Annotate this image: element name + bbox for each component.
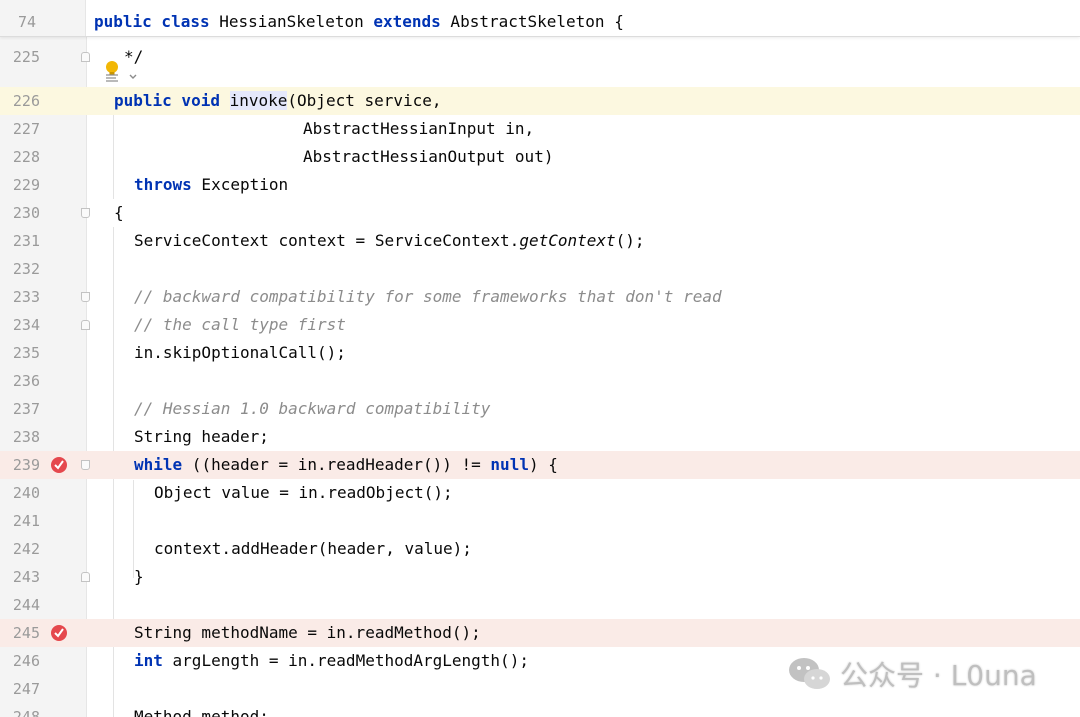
line-number: 247 <box>12 680 40 698</box>
line-number: 226 <box>12 92 40 110</box>
code-line[interactable]: 248 Method method; <box>0 703 1080 717</box>
code-text: String header; <box>134 427 269 446</box>
code-text: Object value = in.readObject(); <box>154 483 453 502</box>
code-text: in.skipOptionalCall(); <box>134 343 346 362</box>
code-line[interactable]: 244 <box>0 591 1080 619</box>
keyword: while <box>134 455 183 474</box>
code-line[interactable]: 236 <box>0 367 1080 395</box>
code-line-breakpoint[interactable]: 245 String methodName = in.readMethod(); <box>0 619 1080 647</box>
fold-end-icon[interactable] <box>81 572 90 582</box>
comment: // backward compatibility for some frame… <box>134 287 722 306</box>
keyword: throws <box>134 175 192 194</box>
code-line[interactable]: 228 AbstractHessianOutput out) <box>0 143 1080 171</box>
code-line[interactable]: 234 // the call type first <box>0 311 1080 339</box>
line-number: 229 <box>12 176 40 194</box>
code-text: AbstractHessianOutput out) <box>303 147 554 166</box>
code-text: ServiceContext context = ServiceContext.… <box>134 227 645 255</box>
code-text: ) { <box>528 455 558 474</box>
code-line-current[interactable]: 226 public void invoke(Object service, <box>0 87 1080 115</box>
code-text: } <box>134 567 144 586</box>
code-editor[interactable]: 74 public class HessianSkeleton extends … <box>0 0 1080 717</box>
fold-end-icon[interactable] <box>81 52 90 62</box>
code-text: (); <box>615 231 645 250</box>
line-number: 246 <box>12 652 40 670</box>
line-number: 74 <box>0 0 86 36</box>
sticky-class-header[interactable]: 74 public class HessianSkeleton extends … <box>0 0 1080 37</box>
keyword: int <box>134 651 163 670</box>
line-number: 238 <box>12 428 40 446</box>
code-line-breakpoint[interactable]: 239 while ((header = in.readHeader()) !=… <box>0 451 1080 479</box>
code-text: argLength = in.readMethodArgLength(); <box>162 651 529 670</box>
line-number: 225 <box>12 48 40 66</box>
fold-end-icon[interactable] <box>81 320 90 330</box>
line-number: 244 <box>12 596 40 614</box>
keyword: public void <box>114 91 220 110</box>
code-line[interactable]: 227 AbstractHessianInput in, <box>0 115 1080 143</box>
watermark: 公众号 · L0una <box>786 654 1037 694</box>
class-name: HessianSkeleton <box>209 12 374 31</box>
line-number: 227 <box>12 120 40 138</box>
code-line[interactable]: 231 ServiceContext context = ServiceCont… <box>0 227 1080 255</box>
code-text: ServiceContext context = ServiceContext. <box>134 231 520 250</box>
code-text: AbstractHessianInput in, <box>303 119 535 138</box>
code-line[interactable]: 235 in.skipOptionalCall(); <box>0 339 1080 367</box>
code-line[interactable]: 242 context.addHeader(header, value); <box>0 535 1080 563</box>
intention-bulb-icon[interactable] <box>104 58 140 86</box>
watermark-text: 公众号 · L0una <box>840 659 1037 692</box>
code-line[interactable]: 229 throws Exception <box>0 171 1080 199</box>
line-number: 233 <box>12 288 40 306</box>
line-number: 231 <box>12 232 40 250</box>
static-method-call: getContext <box>519 231 616 250</box>
line-number: 232 <box>12 260 40 278</box>
keyword: extends <box>373 12 441 31</box>
code-line[interactable]: 237 // Hessian 1.0 backward compatibilit… <box>0 395 1080 423</box>
fold-toggle-icon[interactable] <box>81 460 90 470</box>
class-declaration: public class HessianSkeleton extends Abs… <box>94 0 624 36</box>
comment: // Hessian 1.0 backward compatibility <box>134 399 491 418</box>
params: (Object service, <box>287 91 442 110</box>
fold-toggle-icon[interactable] <box>81 208 90 218</box>
keyword: null <box>490 455 529 474</box>
code-text: String methodName = in.readMethod(); <box>134 623 481 642</box>
code-line[interactable]: 233 // backward compatibility for some f… <box>0 283 1080 311</box>
code-text: throws Exception <box>134 171 288 199</box>
wechat-icon <box>789 658 830 689</box>
line-number: 245 <box>12 624 40 642</box>
line-number: 235 <box>12 344 40 362</box>
breakpoint-icon[interactable] <box>50 456 68 474</box>
code-text: while ((header = in.readHeader()) != nul… <box>134 451 558 479</box>
code-text: Method method; <box>134 707 269 717</box>
keyword: public class <box>94 12 210 31</box>
line-number: 230 <box>12 204 40 222</box>
line-number: 237 <box>12 400 40 418</box>
method-name-highlight: invoke <box>229 91 288 110</box>
line-number: 236 <box>12 372 40 390</box>
code-text: int argLength = in.readMethodArgLength()… <box>134 647 529 675</box>
line-number: 243 <box>12 568 40 586</box>
code-line[interactable]: 238 String header; <box>0 423 1080 451</box>
code-text: { <box>114 203 124 222</box>
method-signature: public void invoke(Object service, <box>114 87 442 115</box>
line-number: 241 <box>12 512 40 530</box>
line-number: 240 <box>12 484 40 502</box>
code-line[interactable]: 240 Object value = in.readObject(); <box>0 479 1080 507</box>
code-text: context.addHeader(header, value); <box>154 539 472 558</box>
code-line[interactable]: 225 */ <box>0 43 1080 71</box>
line-number: 234 <box>12 316 40 334</box>
code-line[interactable]: 243 } <box>0 563 1080 591</box>
line-number: 248 <box>12 708 40 717</box>
line-number: 239 <box>12 456 40 474</box>
code-text: ((header = in.readHeader()) != <box>182 455 491 474</box>
code-line[interactable]: 232 <box>0 255 1080 283</box>
line-number: 228 <box>12 148 40 166</box>
code-line[interactable]: 241 <box>0 507 1080 535</box>
code-line[interactable]: 230 { <box>0 199 1080 227</box>
line-number: 242 <box>12 540 40 558</box>
comment: // the call type first <box>134 315 346 334</box>
fold-toggle-icon[interactable] <box>81 292 90 302</box>
code-text: Exception <box>191 175 289 194</box>
superclass: AbstractSkeleton { <box>440 12 624 31</box>
breakpoint-icon[interactable] <box>50 624 68 642</box>
